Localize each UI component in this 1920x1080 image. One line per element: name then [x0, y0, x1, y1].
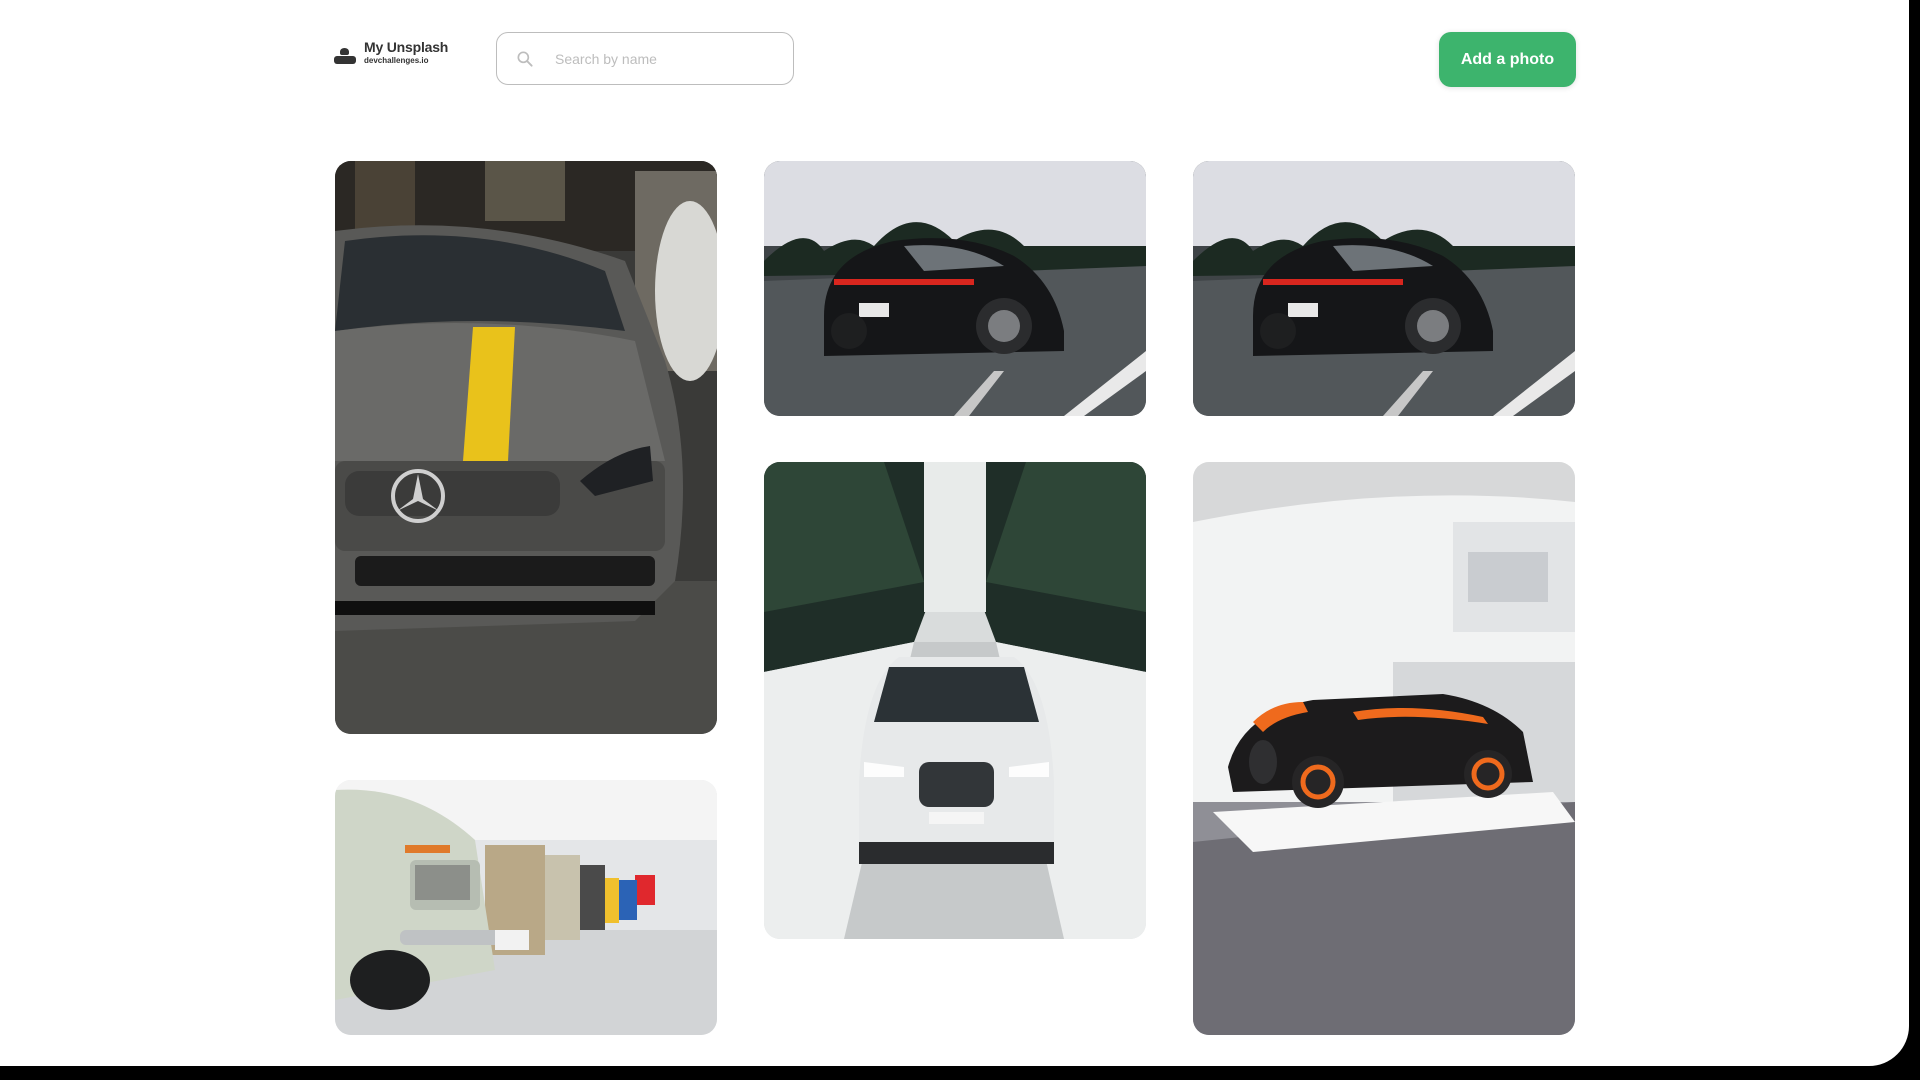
- person-icon: [333, 42, 357, 64]
- photo-bugatti-showroom[interactable]: [1193, 462, 1575, 1035]
- logo[interactable]: My Unsplash devchallenges.io: [333, 40, 448, 65]
- photo-audi-snow[interactable]: [764, 462, 1146, 939]
- photo-porsche-2[interactable]: [1193, 161, 1575, 416]
- photo-bmw-row[interactable]: [335, 780, 717, 1035]
- search-input[interactable]: [553, 49, 757, 68]
- add-photo-button[interactable]: Add a photo: [1439, 32, 1576, 87]
- app-window: My Unsplash devchallenges.io Add a photo: [0, 0, 1909, 1066]
- photo-mercedes[interactable]: [335, 161, 717, 734]
- logo-subtitle: devchallenges.io: [364, 56, 429, 65]
- photo-porsche-1[interactable]: [764, 161, 1146, 416]
- logo-title: My Unsplash: [364, 39, 449, 55]
- search-icon: [517, 51, 533, 67]
- logo-text: My Unsplash devchallenges.io: [364, 40, 448, 65]
- search-box[interactable]: [496, 32, 794, 85]
